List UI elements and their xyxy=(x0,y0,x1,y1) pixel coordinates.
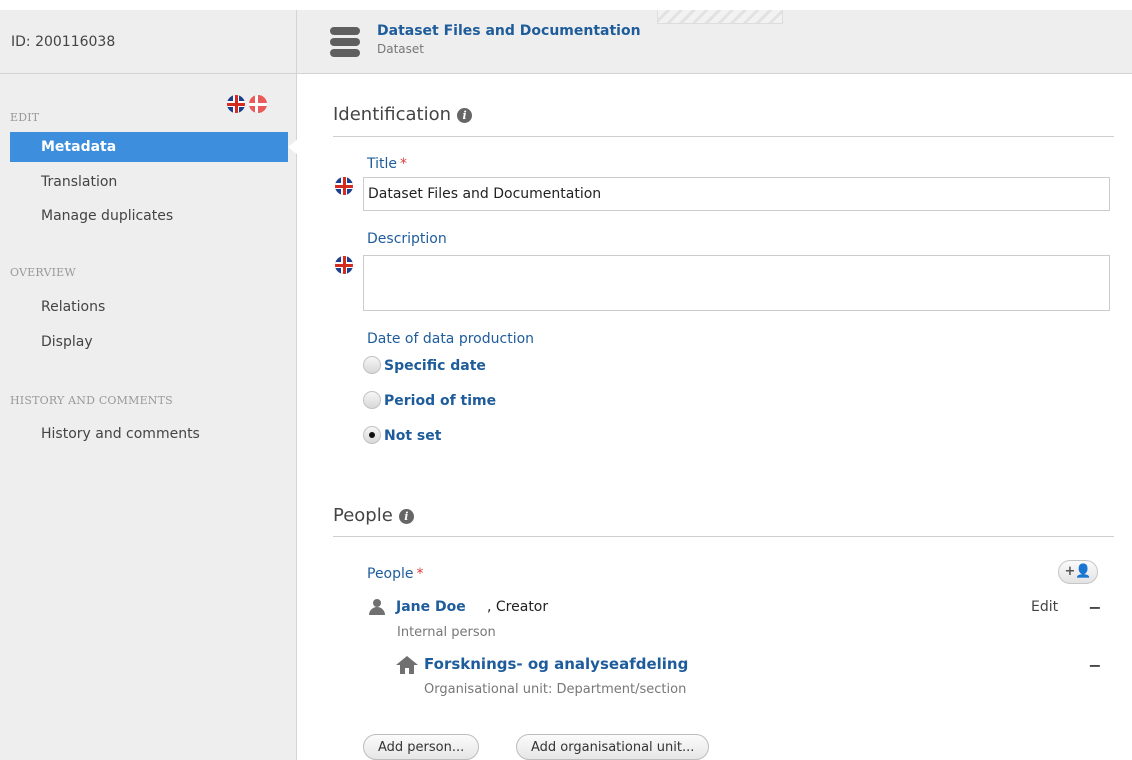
sidebar-item-translation[interactable]: Translation xyxy=(41,174,117,190)
sidebar-item-display[interactable]: Display xyxy=(41,334,93,350)
people-label: People * xyxy=(367,566,424,582)
person-icon xyxy=(368,598,386,616)
organisation-type: Organisational unit: Department/section xyxy=(424,682,687,697)
record-id-panel: ID: 200116038 xyxy=(0,10,297,74)
people-heading-text: People xyxy=(333,505,393,526)
person-name-link[interactable]: Jane Doe xyxy=(396,599,466,615)
radio-not-set[interactable]: Not set xyxy=(363,426,441,444)
database-icon xyxy=(330,27,360,57)
sidebar-heading-history: HISTORY AND COMMENTS xyxy=(10,394,173,407)
title-input[interactable] xyxy=(363,177,1110,211)
content-title[interactable]: Dataset Files and Documentation xyxy=(377,23,641,39)
info-icon[interactable]: i xyxy=(457,108,473,123)
section-divider xyxy=(333,136,1114,137)
section-divider xyxy=(333,536,1114,537)
sidebar-heading-overview: OVERVIEW xyxy=(10,266,76,279)
identification-heading: Identification i xyxy=(333,104,473,125)
person-type: Internal person xyxy=(397,625,496,640)
sidebar-item-history-and-comments[interactable]: History and comments xyxy=(41,426,200,442)
radio-label[interactable]: Not set xyxy=(384,428,441,444)
remove-person-button[interactable]: − xyxy=(1088,598,1102,617)
people-label-text: People xyxy=(367,566,414,582)
add-organisational-unit-button[interactable]: Add organisational unit... xyxy=(516,734,710,760)
info-icon[interactable]: i xyxy=(398,509,414,524)
description-textarea[interactable] xyxy=(363,255,1110,311)
person-role: , Creator xyxy=(487,599,549,615)
identification-heading-text: Identification xyxy=(333,104,452,125)
title-label: Title * xyxy=(367,156,407,172)
english-flag-icon xyxy=(335,256,353,274)
date-of-data-production-label: Date of data production xyxy=(367,331,535,347)
drag-handle[interactable] xyxy=(657,10,783,24)
sidebar-item-metadata[interactable]: Metadata xyxy=(10,132,298,162)
sidebar-heading-edit: EDIT xyxy=(10,111,40,124)
title-label-text: Title xyxy=(367,156,398,172)
content-type: Dataset xyxy=(377,42,424,56)
sidebar: EDIT Metadata Translation Manage duplica… xyxy=(0,74,298,760)
sidebar-item-relations[interactable]: Relations xyxy=(41,299,105,315)
add-person-icon-button[interactable]: +👤 xyxy=(1058,560,1098,584)
edit-person-link[interactable]: Edit xyxy=(1031,599,1058,615)
sidebar-item-manage-duplicates[interactable]: Manage duplicates xyxy=(41,208,173,224)
radio-button-checked[interactable] xyxy=(363,426,381,444)
danish-flag-icon[interactable] xyxy=(249,95,267,113)
add-person-button[interactable]: Add person... xyxy=(363,734,480,760)
radio-specific-date[interactable]: Specific date xyxy=(363,356,486,374)
english-flag-icon xyxy=(335,177,353,195)
description-label: Description xyxy=(367,231,447,247)
english-flag-icon[interactable] xyxy=(227,95,245,113)
top-header: ID: 200116038 Dataset Files and Document… xyxy=(0,10,1132,74)
organisation-name-link[interactable]: Forsknings- og analyseafdeling xyxy=(424,655,688,673)
radio-label[interactable]: Specific date xyxy=(384,358,486,374)
required-marker: * xyxy=(416,566,424,582)
radio-period-of-time[interactable]: Period of time xyxy=(363,391,496,409)
radio-label[interactable]: Period of time xyxy=(384,393,496,409)
record-id: ID: 200116038 xyxy=(11,34,116,50)
language-switcher xyxy=(227,95,267,114)
remove-organisation-button[interactable]: − xyxy=(1088,656,1102,675)
people-heading: People i xyxy=(333,505,414,526)
house-icon xyxy=(396,656,418,674)
required-marker: * xyxy=(400,156,408,172)
radio-button[interactable] xyxy=(363,356,381,374)
radio-button[interactable] xyxy=(363,391,381,409)
